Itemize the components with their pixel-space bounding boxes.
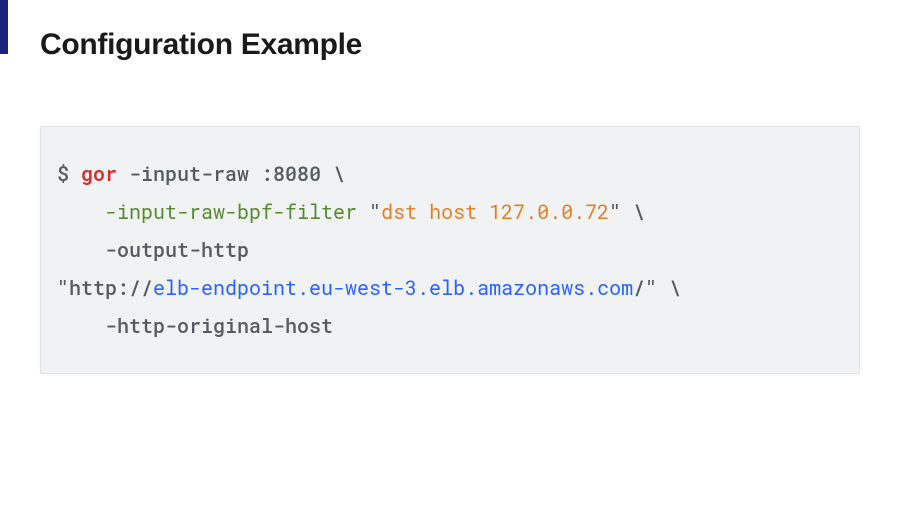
code-text: " \: [609, 199, 645, 225]
code-flag: -input-raw-bpf-filter: [105, 199, 357, 225]
code-flag: -output-http: [105, 237, 249, 263]
code-url: elb-endpoint.eu-west-3.elb.amazonaws.com: [153, 275, 633, 301]
code-command: gor: [81, 161, 117, 187]
code-text: /" \: [633, 275, 681, 301]
slide-title: Configuration Example: [40, 28, 860, 62]
code-value: dst host 127.0.0.72: [381, 199, 609, 225]
code-flag: -http-original-host: [105, 313, 333, 339]
code-prompt: $: [57, 161, 81, 187]
code-text: -input-raw :8080 \: [117, 161, 345, 187]
code-block: $ gor -input-raw :8080 \ -input-raw-bpf-…: [40, 126, 860, 374]
accent-bar: [0, 0, 8, 54]
code-indent: [57, 313, 105, 339]
code-indent: [57, 199, 105, 225]
slide-content: Configuration Example $ gor -input-raw :…: [0, 0, 900, 374]
code-indent: [57, 237, 105, 263]
code-text: ": [357, 199, 381, 225]
code-text: "http://: [57, 275, 153, 301]
